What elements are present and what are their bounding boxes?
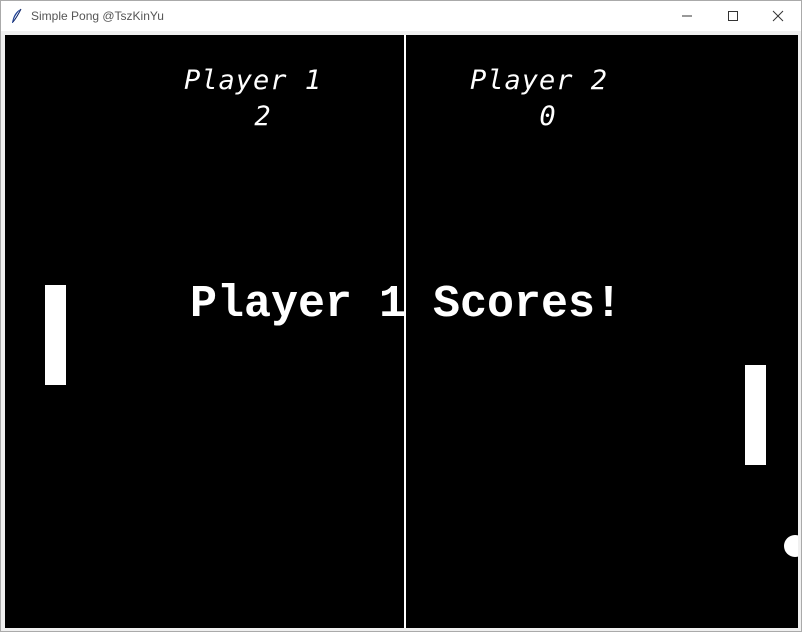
maximize-button[interactable] (710, 1, 756, 31)
player2-label: Player 2 (469, 65, 609, 96)
maximize-icon (728, 11, 738, 21)
minimize-button[interactable] (664, 1, 710, 31)
minimize-icon (682, 15, 692, 17)
close-button[interactable] (755, 1, 801, 31)
ball (784, 535, 798, 557)
close-icon (772, 10, 784, 22)
title-bar[interactable]: Simple Pong @TszKinYu (1, 1, 801, 31)
center-net (404, 35, 406, 628)
left-paddle (45, 285, 66, 385)
window-title: Simple Pong @TszKinYu (31, 9, 164, 23)
score-message: Player 1 Scores! (189, 279, 623, 330)
feather-icon (10, 8, 24, 24)
game-canvas[interactable]: Player 1 2 Player 2 0 Player 1 Scores! (5, 35, 798, 628)
player2-score: 0 (539, 101, 557, 132)
app-window: Simple Pong @TszKinYu Player 1 2 Player … (0, 0, 802, 632)
right-paddle (745, 365, 766, 465)
player1-score: 2 (254, 101, 272, 132)
player1-label: Player 1 (183, 65, 323, 96)
